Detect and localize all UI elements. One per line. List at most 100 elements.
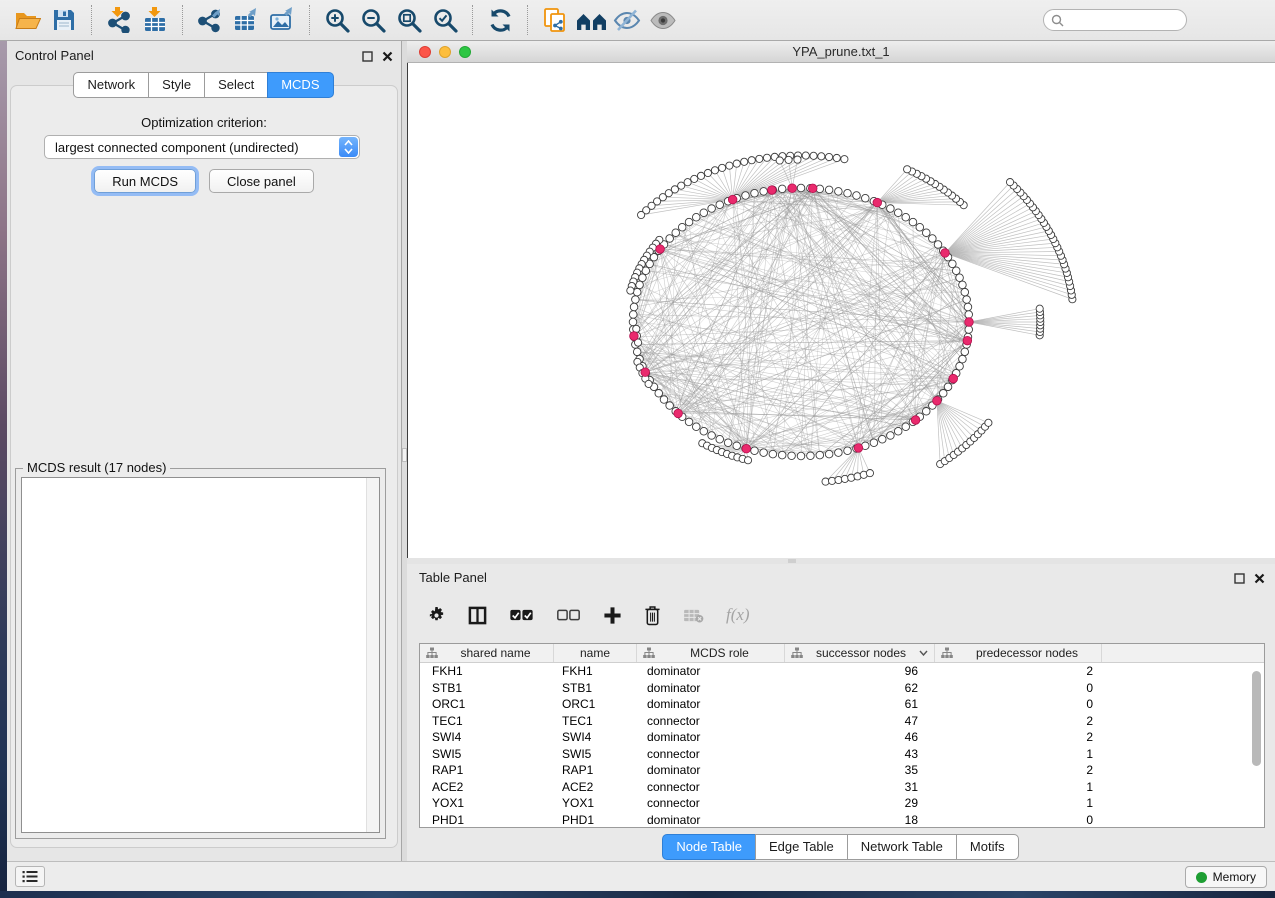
network-node[interactable] bbox=[660, 396, 668, 404]
network-node[interactable] bbox=[887, 205, 895, 213]
network-node[interactable] bbox=[685, 218, 693, 226]
save-session-icon[interactable] bbox=[46, 3, 82, 37]
select-all-checkboxes-icon[interactable] bbox=[509, 609, 534, 622]
network-node[interactable] bbox=[700, 209, 708, 217]
network-node[interactable] bbox=[751, 447, 759, 455]
satellite-node[interactable] bbox=[719, 164, 726, 171]
network-node[interactable] bbox=[700, 427, 708, 435]
tab-motifs[interactable]: Motifs bbox=[956, 834, 1019, 860]
network-node[interactable] bbox=[678, 223, 686, 231]
satellite-node[interactable] bbox=[684, 179, 691, 186]
satellite-node[interactable] bbox=[833, 154, 840, 161]
close-panel-icon[interactable] bbox=[382, 49, 393, 67]
network-node[interactable] bbox=[633, 288, 641, 296]
close-panel-icon[interactable] bbox=[1254, 571, 1265, 589]
add-column-icon[interactable] bbox=[603, 606, 622, 625]
table-row[interactable]: YOX1 YOX1 connector 29 1 bbox=[420, 795, 1264, 812]
dominator-node[interactable] bbox=[674, 409, 683, 418]
table-row[interactable]: SWI5 SWI5 connector 43 1 bbox=[420, 746, 1264, 763]
satellite-node[interactable] bbox=[741, 158, 748, 165]
network-node[interactable] bbox=[956, 362, 964, 370]
dominator-node[interactable] bbox=[965, 318, 974, 327]
network-node[interactable] bbox=[632, 296, 640, 304]
dominator-node[interactable] bbox=[728, 195, 737, 204]
import-network-icon[interactable] bbox=[101, 3, 137, 37]
table-row[interactable]: STB1 STB1 dominator 62 0 bbox=[420, 680, 1264, 697]
network-node[interactable] bbox=[769, 450, 777, 458]
dominator-node[interactable] bbox=[873, 198, 882, 207]
network-node[interactable] bbox=[825, 450, 833, 458]
network-node[interactable] bbox=[778, 185, 786, 193]
memory-button[interactable]: Memory bbox=[1185, 866, 1267, 888]
zoom-in-icon[interactable] bbox=[319, 3, 355, 37]
zoom-out-icon[interactable] bbox=[355, 3, 391, 37]
export-image-icon[interactable] bbox=[264, 3, 300, 37]
table-scrollbar-thumb[interactable] bbox=[1252, 671, 1261, 766]
satellite-node[interactable] bbox=[744, 457, 751, 464]
show-all-icon[interactable] bbox=[645, 3, 681, 37]
column-header-shared-name[interactable]: shared name bbox=[420, 644, 554, 662]
satellite-node[interactable] bbox=[748, 157, 755, 164]
search-input[interactable] bbox=[1064, 13, 1174, 27]
network-node[interactable] bbox=[929, 235, 937, 243]
dominator-node[interactable] bbox=[963, 336, 972, 345]
network-node[interactable] bbox=[963, 296, 971, 304]
dominator-node[interactable] bbox=[788, 184, 797, 193]
first-neighbors-icon[interactable] bbox=[573, 3, 609, 37]
network-node[interactable] bbox=[902, 423, 910, 431]
column-header-predecessor-nodes[interactable]: predecessor nodes bbox=[935, 644, 1102, 662]
network-node[interactable] bbox=[870, 439, 878, 447]
network-node[interactable] bbox=[835, 188, 843, 196]
dominator-node[interactable] bbox=[742, 444, 751, 453]
network-node[interactable] bbox=[961, 348, 969, 356]
network-node[interactable] bbox=[825, 186, 833, 194]
split-panel-icon[interactable] bbox=[468, 606, 487, 625]
dominator-node[interactable] bbox=[941, 249, 950, 258]
network-node[interactable] bbox=[742, 192, 750, 200]
satellite-node[interactable] bbox=[1036, 305, 1043, 312]
network-node[interactable] bbox=[952, 267, 960, 275]
network-node[interactable] bbox=[672, 229, 680, 237]
satellite-node[interactable] bbox=[733, 160, 740, 167]
satellite-node[interactable] bbox=[711, 167, 718, 174]
network-node[interactable] bbox=[922, 229, 930, 237]
satellite-node[interactable] bbox=[904, 166, 911, 173]
network-node[interactable] bbox=[692, 213, 700, 221]
network-node[interactable] bbox=[778, 451, 786, 459]
network-node[interactable] bbox=[733, 442, 741, 450]
satellite-node[interactable] bbox=[726, 162, 733, 169]
deselect-all-checkboxes-icon[interactable] bbox=[556, 609, 581, 622]
satellite-node[interactable] bbox=[985, 419, 992, 426]
run-mcds-button[interactable]: Run MCDS bbox=[94, 169, 196, 193]
satellite-node[interactable] bbox=[691, 175, 698, 182]
clone-network-icon[interactable] bbox=[537, 3, 573, 37]
satellite-node[interactable] bbox=[697, 172, 704, 179]
import-table-icon[interactable] bbox=[137, 3, 173, 37]
table-row[interactable]: PHD1 PHD1 dominator 18 0 bbox=[420, 812, 1264, 829]
network-node[interactable] bbox=[964, 303, 972, 311]
network-node[interactable] bbox=[894, 209, 902, 217]
network-node[interactable] bbox=[760, 449, 768, 457]
table-row[interactable]: ORC1 ORC1 dominator 61 0 bbox=[420, 696, 1264, 713]
column-header-name[interactable]: name bbox=[554, 644, 637, 662]
network-node[interactable] bbox=[708, 432, 716, 440]
network-node[interactable] bbox=[629, 318, 637, 326]
satellite-node[interactable] bbox=[841, 156, 848, 163]
satellite-node[interactable] bbox=[763, 154, 770, 161]
satellite-node[interactable] bbox=[1006, 178, 1013, 185]
network-node[interactable] bbox=[959, 281, 967, 289]
dominator-node[interactable] bbox=[656, 245, 665, 254]
tab-edge-table[interactable]: Edge Table bbox=[755, 834, 848, 860]
open-file-icon[interactable] bbox=[10, 3, 46, 37]
dominator-node[interactable] bbox=[949, 374, 958, 383]
network-node[interactable] bbox=[716, 435, 724, 443]
network-node[interactable] bbox=[961, 288, 969, 296]
network-node[interactable] bbox=[724, 439, 732, 447]
tab-mcds[interactable]: MCDS bbox=[267, 72, 333, 98]
tab-style[interactable]: Style bbox=[148, 72, 205, 98]
export-table-icon[interactable] bbox=[228, 3, 264, 37]
satellite-node[interactable] bbox=[866, 470, 873, 477]
network-node[interactable] bbox=[844, 447, 852, 455]
network-node[interactable] bbox=[685, 418, 693, 426]
network-node[interactable] bbox=[797, 184, 805, 192]
